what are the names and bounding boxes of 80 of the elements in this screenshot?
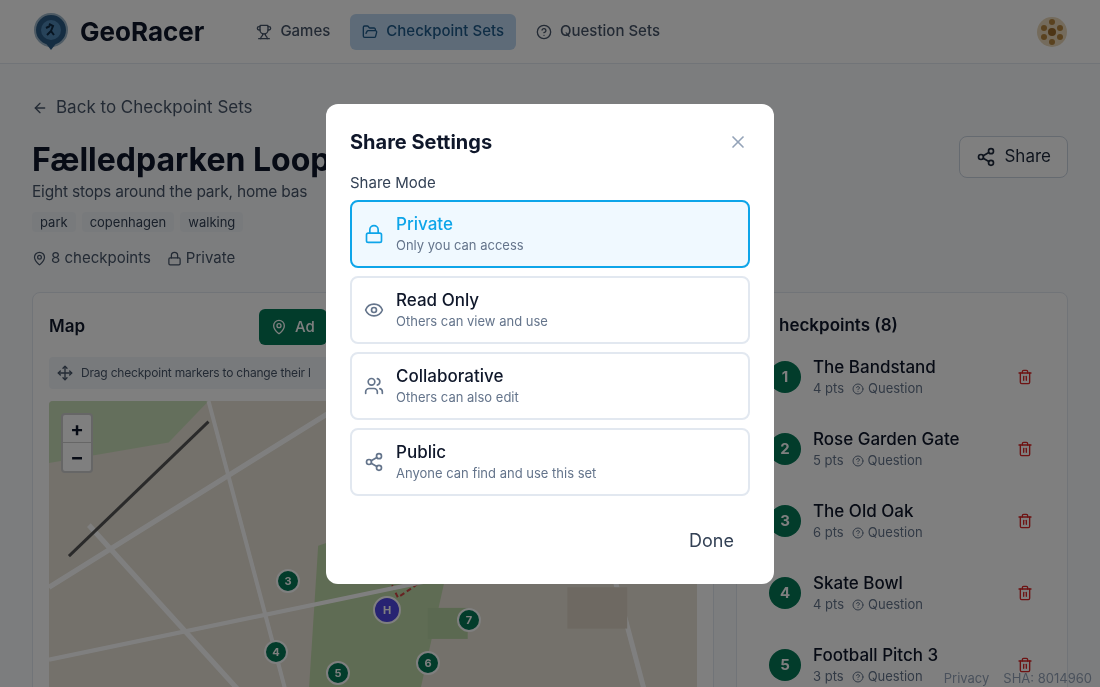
checkpoint-type: Question: [851, 523, 923, 543]
checkpoint-type: Question: [852, 379, 923, 399]
move-icon: [57, 365, 73, 381]
done-button[interactable]: Done: [673, 520, 750, 560]
description: Eight stops around the park, home bas: [32, 181, 309, 203]
share-icon: [364, 452, 384, 472]
question-icon: [852, 383, 864, 395]
option-title: Read Only: [396, 289, 481, 313]
delete-button[interactable]: [1017, 513, 1033, 529]
map-title: Map: [49, 315, 86, 339]
delete-button[interactable]: [1017, 657, 1033, 673]
trash-icon: [1017, 513, 1033, 529]
option-description: Others can also edit: [396, 388, 519, 408]
lock-icon: [364, 224, 384, 244]
tag: copenhagen: [81, 212, 175, 232]
trash-icon: [1017, 369, 1033, 385]
checkpoint-name: Skate Bowl: [813, 572, 904, 596]
page-title: Fælledparken Loop: [32, 140, 331, 180]
tag: walking: [180, 212, 244, 232]
avatar[interactable]: [1036, 15, 1068, 48]
trash-icon: [1017, 657, 1033, 673]
share-button[interactable]: Share: [959, 136, 1068, 178]
section-label: Share Mode: [350, 172, 437, 192]
delete-button[interactable]: [1017, 441, 1033, 457]
question-icon: [851, 455, 864, 467]
share-option[interactable]: Public Anyone can find and use this set: [350, 428, 750, 496]
folder-icon: [362, 23, 379, 40]
question-icon: [851, 671, 864, 683]
nav-tab[interactable]: Games: [244, 13, 343, 50]
visibility-status: Private: [166, 246, 236, 270]
trash-icon: [1017, 441, 1033, 457]
option-title: Collaborative: [396, 365, 505, 389]
checkpoint-name: The Old Oak: [813, 500, 915, 524]
zoom-out-button[interactable]: −: [63, 443, 91, 471]
logo-icon: [32, 12, 70, 51]
checkpoint-count: 8 checkpoints: [32, 246, 151, 270]
checkpoint-points: 5 pts: [813, 451, 844, 471]
dialog-title: Share Settings: [350, 129, 493, 156]
share-option[interactable]: Private Only you can access: [350, 200, 750, 268]
checkpoint-type: Question: [851, 451, 923, 471]
share-option[interactable]: Collaborative Others can also edit: [350, 352, 750, 420]
hint-text: Drag checkpoint markers to change their l: [81, 364, 311, 382]
nav-tab[interactable]: Checkpoint Sets: [350, 13, 516, 50]
brand-name: GeoRacer: [80, 15, 205, 49]
zoom-in-button[interactable]: +: [63, 415, 91, 443]
checkpoint-points: 3 pts: [813, 667, 844, 687]
checkpoint-points: 4 pts: [813, 379, 844, 399]
trash-icon: [1017, 585, 1033, 601]
delete-button[interactable]: [1017, 369, 1033, 385]
checkpoints-title: heckpoints (8): [778, 314, 899, 337]
help-icon: [536, 23, 552, 40]
trophy-icon: [256, 23, 273, 40]
back-link[interactable]: Back to Checkpoint Sets: [32, 96, 331, 120]
question-icon: [852, 599, 864, 611]
option-description: Only you can access: [396, 236, 524, 256]
nav-tab[interactable]: Question Sets: [524, 13, 672, 50]
checkpoint-name: Rose Garden Gate: [813, 428, 960, 452]
eye-icon: [364, 300, 384, 320]
option-description: Anyone can find and use this set: [396, 464, 597, 484]
option-description: Others can view and use: [396, 312, 548, 332]
tag: park: [32, 212, 76, 232]
pin-icon: [271, 319, 288, 335]
lock-icon: [166, 250, 182, 266]
share-icon: [976, 147, 997, 167]
checkpoint-type: Question: [852, 595, 923, 615]
delete-button[interactable]: [1017, 585, 1033, 601]
checkpoint-name: Football Pitch 3: [813, 644, 939, 668]
checkpoint-name: The Bandstand: [813, 356, 936, 380]
checkpoint-number: 5: [769, 649, 801, 681]
add-checkpoint-button[interactable]: Ad: [259, 309, 327, 345]
share-option[interactable]: Read Only Others can view and use: [350, 276, 750, 344]
checkpoint-points: 4 pts: [813, 595, 844, 615]
question-icon: [851, 527, 864, 539]
checkpoint-number: 4: [769, 577, 801, 609]
checkpoint-type: Question: [851, 667, 923, 687]
pin-icon: [32, 250, 47, 266]
option-title: Public: [396, 441, 448, 465]
option-title: Private: [396, 213, 454, 237]
checkpoint-points: 6 pts: [813, 523, 844, 543]
users-icon: [364, 376, 384, 396]
